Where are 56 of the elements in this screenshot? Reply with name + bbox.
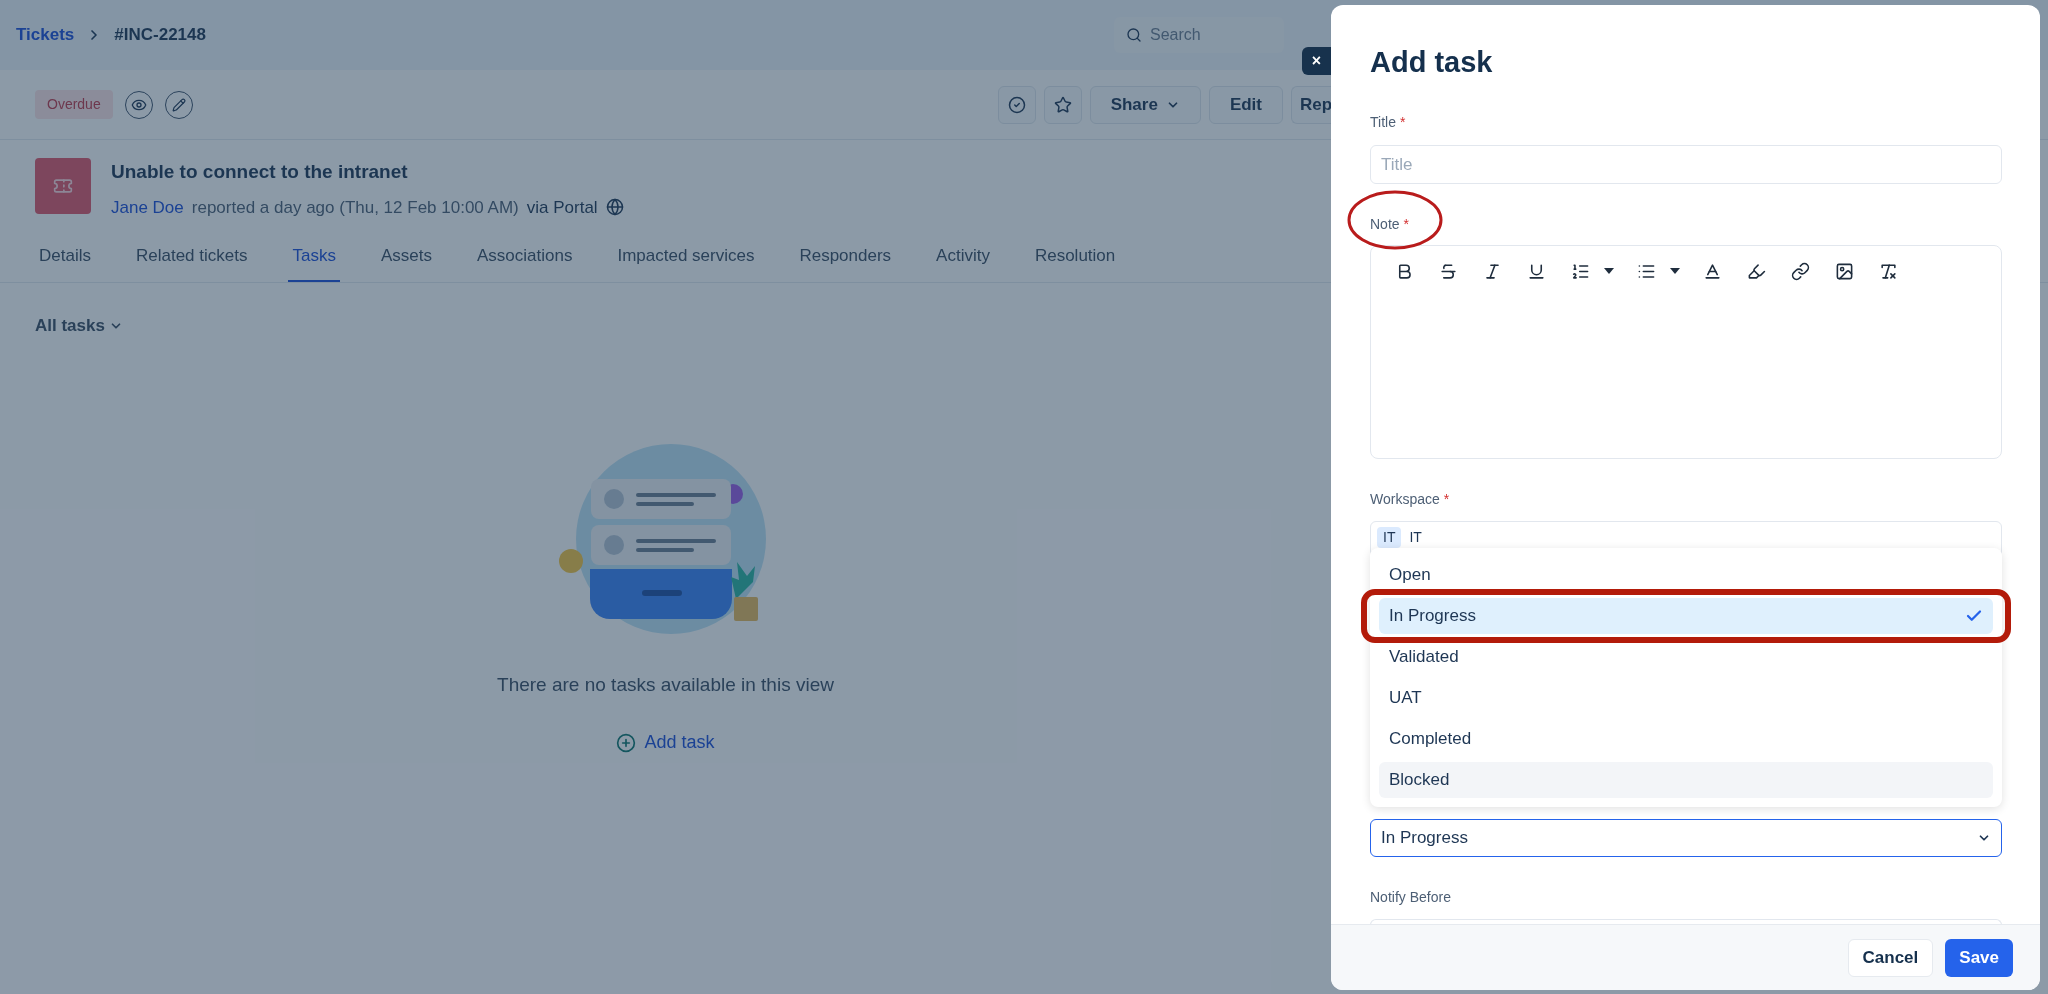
task-filter-dropdown[interactable]: All tasks — [35, 313, 123, 339]
complete-button[interactable] — [997, 85, 1036, 124]
status-select[interactable]: In Progress — [1370, 819, 2002, 857]
ticket-icon — [53, 176, 73, 196]
add-task-link[interactable]: Add task — [616, 729, 715, 756]
search-icon — [1126, 27, 1142, 43]
caret-icon — [1670, 268, 1680, 274]
strikethrough-icon — [1438, 261, 1458, 281]
tab[interactable]: Assets — [376, 242, 436, 282]
text-color-icon — [1702, 261, 1722, 281]
underline-icon — [1526, 261, 1546, 281]
reported-time: reported a day ago (Thu, 12 Feb 10:00 AM) — [191, 196, 519, 219]
field-label: Notify Before — [1370, 888, 1451, 907]
field-label: Workspace * — [1370, 490, 1450, 509]
pencil-icon — [171, 97, 186, 112]
workspace-chip: IT — [1377, 527, 1402, 548]
cancel-button[interactable]: Cancel — [1847, 938, 1934, 977]
empty-state-message: There are no tasks available in this view — [497, 672, 834, 697]
source-label: via Portal — [526, 196, 598, 219]
reporter-link[interactable]: Jane Doe — [111, 194, 184, 220]
favorite-button[interactable] — [1043, 85, 1082, 124]
tab[interactable]: Tasks — [288, 242, 340, 282]
workspace-value: IT — [1409, 528, 1422, 547]
clear-format-icon — [1878, 261, 1898, 281]
close-button[interactable]: × — [1302, 47, 1331, 75]
image-icon — [1834, 261, 1854, 281]
link-icon — [1790, 261, 1810, 281]
save-button[interactable]: Save — [1945, 938, 2013, 977]
plus-circle-icon — [616, 732, 637, 753]
ticket-title: Unable to connect to the intranet — [111, 160, 409, 184]
share-dropdown-button[interactable]: Share — [1089, 85, 1201, 124]
breadcrumb-current: #INC-22148 — [114, 24, 206, 47]
status-option[interactable]: In Progress — [1379, 598, 1993, 634]
numbered-list-icon — [1570, 261, 1590, 281]
check-circle-icon — [1007, 95, 1026, 114]
action-button[interactable]: Edit — [1208, 85, 1283, 124]
field-label: Note * — [1370, 215, 1410, 234]
overdue-badge: Overdue — [35, 90, 113, 119]
tab[interactable]: Activity — [932, 242, 994, 282]
tab[interactable]: Related tickets — [131, 242, 252, 282]
field-label: Title * — [1370, 113, 1406, 132]
tab[interactable]: Responders — [795, 242, 896, 282]
highlighter-icon — [1746, 261, 1766, 281]
tab[interactable]: Resolution — [1030, 242, 1120, 282]
star-icon — [1053, 95, 1072, 114]
globe-icon — [605, 198, 624, 217]
action-button[interactable]: Rep — [1291, 85, 1331, 124]
tab[interactable]: Impacted services — [613, 242, 759, 282]
tab[interactable]: Details — [35, 242, 95, 282]
panel-title: Add task — [1370, 45, 1494, 80]
breadcrumb-link[interactable]: Tickets — [16, 22, 75, 48]
caret-icon — [1604, 268, 1614, 274]
title-input[interactable]: Title — [1370, 145, 2002, 184]
tab[interactable]: Associations — [472, 242, 577, 282]
status-value: In Progress — [1381, 827, 1468, 850]
status-option[interactable]: Blocked — [1379, 762, 1993, 798]
